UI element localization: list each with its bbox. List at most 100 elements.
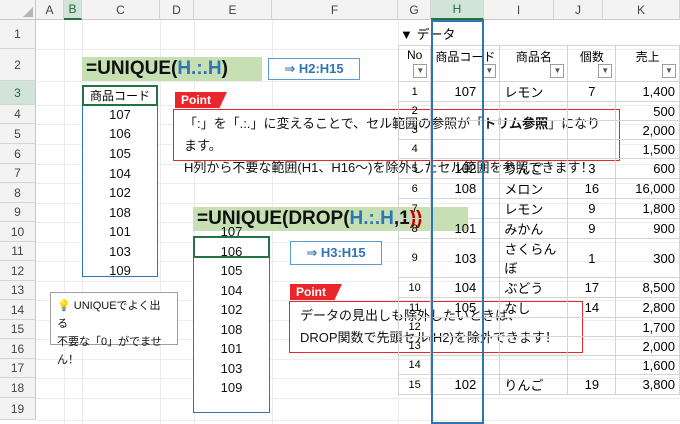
table-cell[interactable]: 1	[397, 81, 432, 102]
table-cell[interactable]: りんご	[499, 158, 569, 179]
table-cell[interactable]: 1,800	[615, 198, 680, 219]
table-cell[interactable]: 13	[397, 336, 432, 356]
table-cell[interactable]: 1,600	[615, 355, 680, 375]
table-cell[interactable]: りんご	[499, 374, 569, 395]
table-cell[interactable]: ぶどう	[499, 277, 569, 298]
table-cell[interactable]: 3	[567, 158, 617, 179]
table-cell[interactable]: メロン	[499, 178, 569, 199]
table-cell[interactable]	[567, 355, 617, 375]
table-cell[interactable]	[499, 355, 569, 375]
filter-dropdown-icon[interactable]: ▼	[550, 64, 565, 78]
row-header-2[interactable]: 2	[0, 49, 36, 81]
table-cell[interactable]: 14	[567, 297, 617, 318]
row-header-6[interactable]: 6	[0, 144, 36, 164]
table-header-cell[interactable]: No ▼	[397, 45, 432, 82]
table-cell[interactable]: 600	[615, 158, 680, 179]
row-header-13[interactable]: 13	[0, 281, 36, 300]
table-cell[interactable]	[499, 317, 569, 337]
b-value-cell[interactable]: 103	[82, 244, 158, 259]
d-value-cell[interactable]: 101	[193, 341, 270, 356]
table-cell[interactable]: さくらんぼ	[499, 238, 569, 278]
table-cell[interactable]: 1,400	[615, 81, 680, 102]
d-value-cell[interactable]: 109	[193, 380, 270, 395]
column-header-j[interactable]: J	[554, 0, 603, 20]
table-cell[interactable]: 17	[567, 277, 617, 298]
d-value-cell[interactable]: 108	[193, 322, 270, 337]
b-value-cell[interactable]: 107	[82, 107, 158, 122]
row-header-4[interactable]: 4	[0, 105, 36, 124]
table-cell[interactable]: 2,000	[615, 120, 680, 140]
table-cell[interactable]: 7	[567, 81, 617, 102]
table-cell[interactable]: 19	[567, 374, 617, 395]
table-cell[interactable]: 1,700	[615, 317, 680, 337]
table-cell[interactable]: 9	[567, 218, 617, 239]
table-cell[interactable]: 6	[397, 178, 432, 199]
row-header-5[interactable]: 5	[0, 124, 36, 144]
table-cell[interactable]: 14	[397, 355, 432, 375]
row-header-10[interactable]: 10	[0, 222, 36, 242]
d-value-cell[interactable]: 106	[193, 244, 270, 259]
filter-dropdown-icon[interactable]: ▼	[413, 64, 428, 78]
b-value-cell[interactable]: 108	[82, 205, 158, 220]
table-cell[interactable]	[499, 336, 569, 356]
table-cell[interactable]	[567, 317, 617, 337]
row-header-1[interactable]: 1	[0, 20, 36, 49]
table-cell[interactable]: 5	[397, 158, 432, 179]
table-cell[interactable]	[499, 120, 569, 140]
table-cell[interactable]: 2	[397, 101, 432, 121]
table-cell[interactable]	[567, 101, 617, 121]
table-cell[interactable]: 10	[397, 277, 432, 298]
row-header-8[interactable]: 8	[0, 183, 36, 203]
row-header-7[interactable]: 7	[0, 164, 36, 183]
table-cell[interactable]: 9	[397, 238, 432, 278]
table-cell[interactable]: 3	[397, 120, 432, 140]
row-header-19[interactable]: 19	[0, 398, 36, 420]
row-header-15[interactable]: 15	[0, 320, 36, 339]
column-header-f[interactable]: F	[272, 0, 398, 20]
column-header-d[interactable]: D	[160, 0, 194, 20]
table-cell[interactable]: 1,500	[615, 139, 680, 159]
table-cell[interactable]: 2,800	[615, 297, 680, 318]
row-header-9[interactable]: 9	[0, 203, 36, 222]
row-header-17[interactable]: 17	[0, 359, 36, 378]
header-cell-b3[interactable]: 商品コード	[82, 85, 158, 106]
row-header-18[interactable]: 18	[0, 378, 36, 398]
b-value-cell[interactable]: 106	[82, 126, 158, 141]
table-cell[interactable]: 12	[397, 317, 432, 337]
row-header-11[interactable]: 11	[0, 242, 36, 261]
table-cell[interactable]	[567, 336, 617, 356]
filter-dropdown-icon[interactable]: ▼	[662, 64, 676, 78]
table-cell[interactable]: なし	[499, 297, 569, 318]
b-value-cell[interactable]: 101	[82, 224, 158, 239]
b-value-cell[interactable]: 102	[82, 185, 158, 200]
table-cell[interactable]: 8,500	[615, 277, 680, 298]
column-header-a[interactable]: A	[36, 0, 64, 20]
table-cell[interactable]: 3,800	[615, 374, 680, 395]
b-value-cell[interactable]: 109	[82, 263, 158, 278]
d-value-cell[interactable]: 107	[193, 224, 270, 239]
table-cell[interactable]: 2,000	[615, 336, 680, 356]
table-cell[interactable]: レモン	[499, 198, 569, 219]
table-cell[interactable]: 9	[567, 198, 617, 219]
d-value-cell[interactable]: 104	[193, 283, 270, 298]
table-cell[interactable]: 16	[567, 178, 617, 199]
table-cell[interactable]: 11	[397, 297, 432, 318]
column-header-k[interactable]: K	[603, 0, 680, 20]
table-cell[interactable]: 8	[397, 218, 432, 239]
table-cell[interactable]: 900	[615, 218, 680, 239]
column-header-c[interactable]: C	[82, 0, 160, 20]
column-header-b[interactable]: B	[64, 0, 82, 20]
table-header-cell[interactable]: 個数 ▼	[567, 45, 617, 82]
table-cell[interactable]: 15	[397, 374, 432, 395]
select-all-corner[interactable]	[0, 0, 36, 20]
table-cell[interactable]: 1	[567, 238, 617, 278]
table-cell[interactable]: 7	[397, 198, 432, 219]
table-cell[interactable]	[567, 120, 617, 140]
table-cell[interactable]	[499, 139, 569, 159]
column-header-g[interactable]: G	[398, 0, 431, 20]
table-cell[interactable]	[567, 139, 617, 159]
row-header-14[interactable]: 14	[0, 300, 36, 320]
table-header-cell[interactable]: 売上 ▼	[615, 45, 680, 82]
filter-dropdown-icon[interactable]: ▼	[482, 64, 497, 78]
d-value-cell[interactable]: 105	[193, 263, 270, 278]
